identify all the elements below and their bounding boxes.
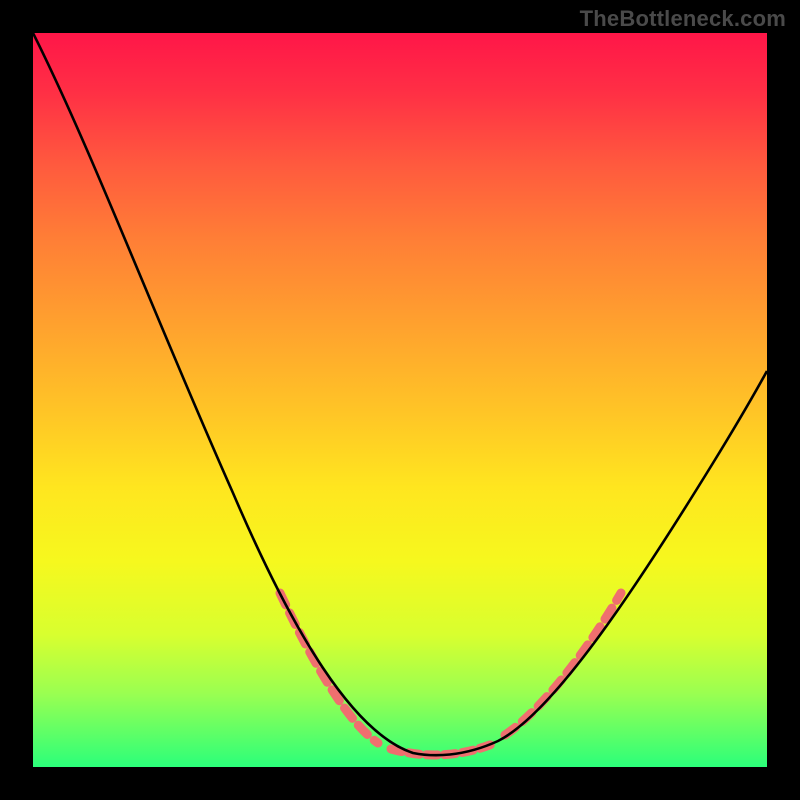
- watermark-text: TheBottleneck.com: [580, 6, 786, 32]
- bottleneck-curve: [33, 33, 767, 755]
- highlight-right: [505, 593, 621, 735]
- chart-svg: [33, 33, 767, 767]
- plot-area: [33, 33, 767, 767]
- chart-container: TheBottleneck.com: [0, 0, 800, 800]
